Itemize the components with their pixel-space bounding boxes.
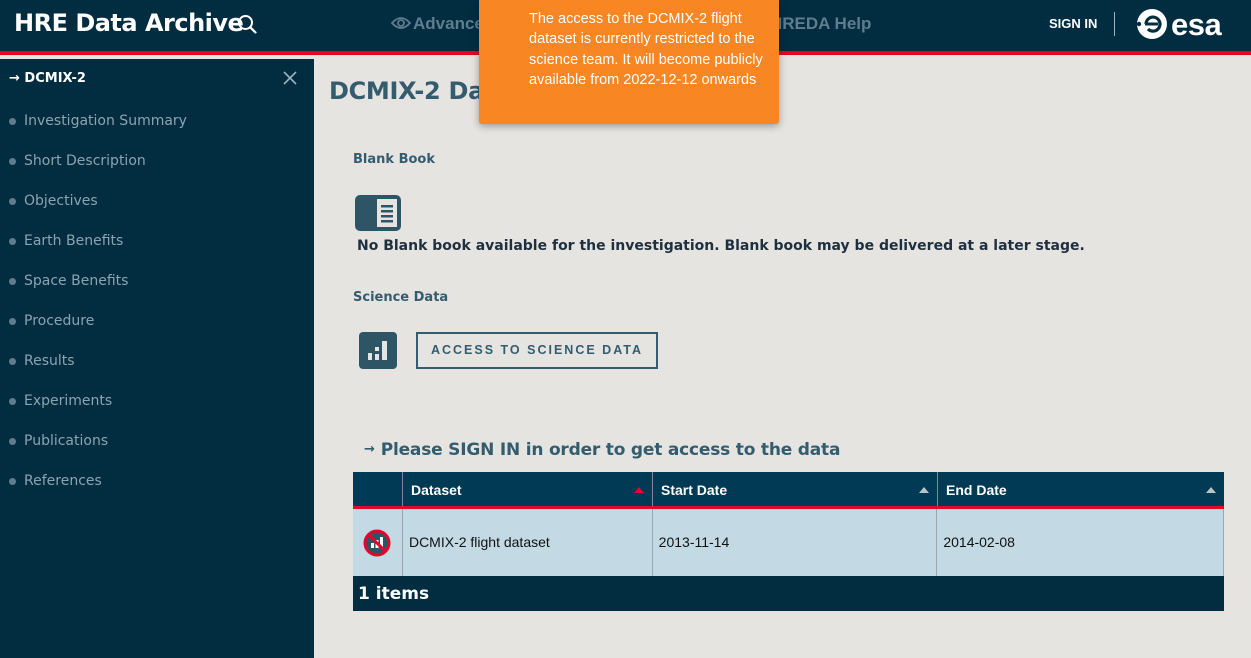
column-header-dataset[interactable]: Dataset	[402, 472, 652, 506]
sidebar-item-short-description[interactable]: Short Description	[0, 151, 314, 191]
sidebar-item-label: Short Description	[24, 153, 146, 169]
sidebar-item-objectives[interactable]: Objectives	[0, 191, 314, 231]
esa-logo-text: esa	[1171, 6, 1222, 42]
table-row[interactable]: DCMIX-2 flight dataset 2013-11-14 2014-0…	[353, 509, 1224, 576]
sort-ascending-icon[interactable]	[1206, 487, 1216, 493]
sign-in-link[interactable]: SIGN IN	[1049, 16, 1097, 31]
sidebar-item-label: Space Benefits	[24, 273, 129, 289]
sidebar-item-label: Earth Benefits	[24, 233, 124, 249]
sidebar-item-publications[interactable]: Publications	[0, 431, 314, 471]
bullet-icon	[9, 198, 16, 205]
blank-book-icon	[355, 195, 401, 231]
table-footer-count: 1 items	[353, 576, 1224, 611]
bullet-icon	[9, 358, 16, 365]
sidebar-item-label: Procedure	[24, 313, 95, 329]
sidebar-item-label: References	[24, 473, 102, 489]
nav-hreda-help[interactable]: HREDA Help	[770, 14, 871, 34]
header-divider	[1114, 12, 1115, 36]
sidebar-item-procedure[interactable]: Procedure	[0, 311, 314, 351]
sidebar-item-label: Results	[24, 353, 75, 369]
bullet-icon	[9, 318, 16, 325]
restriction-tooltip: The access to the DCMIX-2 flight dataset…	[479, 0, 779, 124]
main-content: DCMIX-2 Data Blank Book No Blank book av…	[314, 59, 1251, 658]
sidebar-item-label: Objectives	[24, 193, 98, 209]
column-header-start-date[interactable]: Start Date	[652, 472, 937, 506]
start-date-cell: 2013-11-14	[651, 509, 937, 576]
sidebar-item-results[interactable]: Results	[0, 351, 314, 391]
esa-logo[interactable]: esa	[1135, 6, 1222, 42]
bullet-icon	[9, 478, 16, 485]
science-data-heading: Science Data	[353, 290, 449, 305]
column-header-end-date[interactable]: End Date	[937, 472, 1224, 506]
sidebar-item-experiments[interactable]: Experiments	[0, 391, 314, 431]
table-header: Dataset Start Date End Date	[353, 472, 1224, 509]
sidebar-title-label: DCMIX-2	[24, 71, 86, 86]
sidebar-item-label: Investigation Summary	[24, 113, 187, 129]
search-icon[interactable]	[237, 14, 257, 34]
status-cell	[353, 509, 402, 576]
sort-ascending-icon[interactable]	[919, 487, 929, 493]
bullet-icon	[9, 398, 16, 405]
esa-logo-mark-icon	[1136, 9, 1167, 39]
datasets-table: Dataset Start Date End Date DCMIX-2 flig…	[353, 472, 1224, 611]
bullet-icon	[9, 158, 16, 165]
bullet-icon	[9, 438, 16, 445]
bullet-icon	[9, 238, 16, 245]
sidebar-item-references[interactable]: References	[0, 471, 314, 511]
arrow-right-icon: →	[9, 71, 25, 86]
column-header-label: End Date	[946, 482, 1007, 498]
access-science-data-button[interactable]: ACCESS TO SCIENCE DATA	[416, 332, 658, 369]
column-header-status	[353, 472, 402, 506]
column-header-label: Dataset	[411, 482, 462, 498]
blank-book-message: No Blank book available for the investig…	[357, 238, 1085, 254]
dataset-cell[interactable]: DCMIX-2 flight dataset	[401, 509, 652, 576]
close-icon[interactable]	[283, 71, 297, 85]
column-header-label: Start Date	[661, 482, 728, 498]
bullet-icon	[9, 278, 16, 285]
sidebar-item-label: Experiments	[24, 393, 113, 409]
sign-in-notice-text: Please SIGN IN in order to get access to…	[380, 440, 841, 460]
eye-icon	[391, 17, 411, 29]
bar-chart-icon	[359, 332, 397, 369]
sidebar-item-space-benefits[interactable]: Space Benefits	[0, 271, 314, 311]
sidebar-title[interactable]: → DCMIX-2	[9, 71, 86, 86]
end-date-cell: 2014-02-08	[936, 509, 1223, 576]
sidebar: → DCMIX-2 Investigation Summary Short De…	[0, 59, 314, 658]
app-title[interactable]: HRE Data Archive	[14, 9, 244, 37]
sidebar-item-investigation-summary[interactable]: Investigation Summary	[0, 111, 314, 151]
blank-book-heading: Blank Book	[353, 152, 435, 167]
sign-in-notice: → Please SIGN IN in order to get access t…	[364, 440, 840, 460]
sidebar-nav: Investigation Summary Short Description …	[0, 111, 314, 511]
arrow-right-icon: →	[364, 442, 375, 457]
sort-ascending-icon[interactable]	[634, 487, 644, 493]
sidebar-item-earth-benefits[interactable]: Earth Benefits	[0, 231, 314, 271]
bullet-icon	[9, 118, 16, 125]
restricted-icon[interactable]	[363, 529, 391, 557]
sidebar-item-label: Publications	[24, 433, 109, 449]
